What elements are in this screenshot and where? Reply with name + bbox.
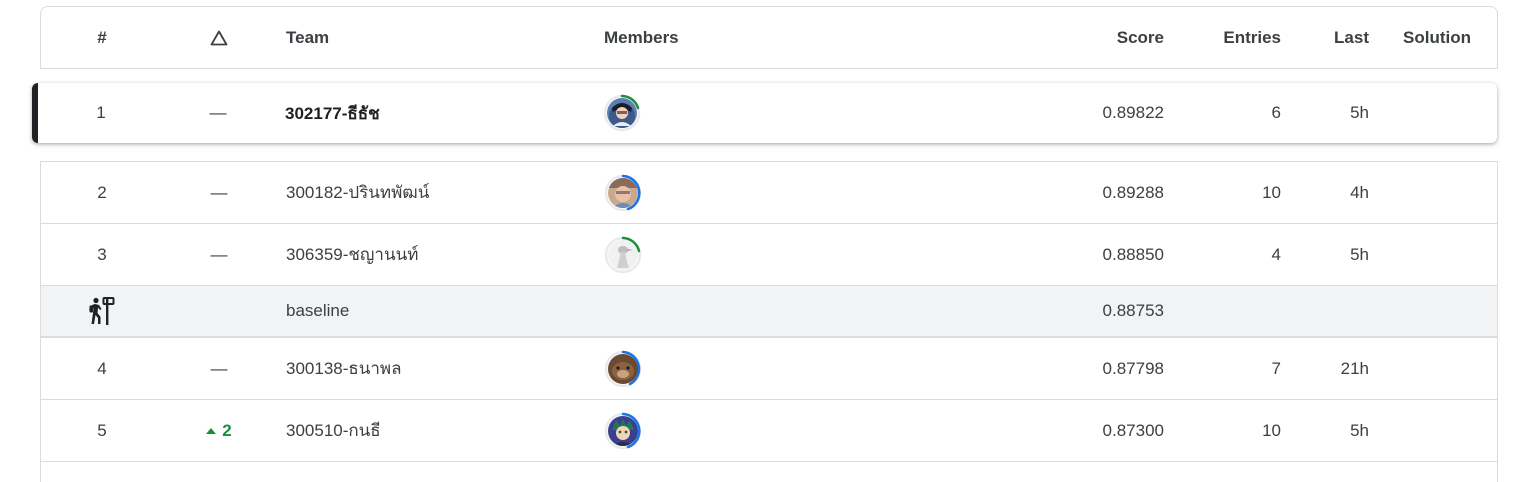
score-value: 0.89822 (1102, 103, 1164, 122)
arrow-up-icon (206, 427, 217, 434)
entries-value: 10 (1262, 420, 1281, 440)
leaderboard: # Team Members Score Entries Last Soluti… (32, 6, 1498, 482)
column-delta[interactable] (191, 7, 247, 68)
table-row[interactable]: 4 — 300138-ธนาพล 0.87798 7 21h (40, 337, 1498, 400)
entries-value: 7 (1271, 358, 1281, 378)
team-name[interactable]: 306359-ชญานนท์ (286, 224, 418, 285)
baseline-row: baseline 0.88753 (40, 286, 1498, 337)
hiker-signpost-icon (41, 286, 163, 336)
table-row-highlighted[interactable]: 1 — 302177-ธีธัช 0.89822 6 5h (32, 83, 1497, 143)
entries-value: 4 (1271, 244, 1281, 264)
delta-value: — (210, 244, 228, 264)
column-entries[interactable]: Entries (1223, 7, 1281, 68)
triangle-outline-icon (210, 30, 228, 45)
delta-value: — (210, 182, 228, 202)
delta-up: 2 (191, 400, 247, 461)
team-name[interactable]: 302177-ธีธัช (285, 83, 380, 143)
delta-value: — (209, 103, 227, 122)
team-name[interactable]: 300138-ธนาพล (286, 338, 402, 399)
score-value: 0.87300 (1102, 420, 1164, 440)
rank-value: 5 (97, 420, 107, 440)
members-cell (604, 224, 642, 285)
members-cell (604, 162, 642, 223)
avatar-anime-dark (607, 98, 637, 128)
score-value: 0.87798 (1102, 358, 1164, 378)
avatar[interactable] (604, 174, 642, 212)
members-cell (603, 83, 641, 143)
avatar[interactable] (604, 350, 642, 388)
delta-value: 2 (222, 420, 232, 440)
rank-value: 4 (97, 358, 107, 378)
last-value: 21h (1340, 358, 1369, 378)
last-value: 4h (1350, 182, 1369, 202)
entries-value: 6 (1271, 103, 1281, 122)
rank-value: 3 (97, 244, 107, 264)
team-name[interactable]: 300182-ปรินทพัฒน์ (286, 162, 429, 223)
last-value: 5h (1350, 420, 1369, 440)
avatar-photo-person (608, 177, 638, 208)
table-row[interactable]: 5 2 300510-กนธี 0.87300 10 5h (40, 400, 1498, 462)
score-value: 0.89288 (1102, 182, 1164, 202)
leaderboard-header: # Team Members Score Entries Last Soluti… (40, 6, 1498, 69)
avatar-bird-sketch (608, 239, 638, 270)
members-cell (604, 338, 642, 399)
baseline-score: 0.88753 (1102, 301, 1164, 320)
table-row-partial (40, 462, 1498, 482)
column-score[interactable]: Score (1117, 7, 1164, 68)
column-team[interactable]: Team (286, 7, 329, 68)
avatar[interactable] (603, 94, 641, 132)
last-value: 5h (1350, 244, 1369, 264)
rank-value: 1 (96, 103, 106, 122)
table-row[interactable]: 3 — 306359-ชญานนท์ 0.88850 4 5h (40, 224, 1498, 286)
column-members: Members (604, 27, 679, 47)
avatar[interactable] (604, 412, 642, 450)
team-name[interactable]: 300510-กนธี (286, 400, 381, 461)
score-value: 0.88850 (1102, 244, 1164, 264)
entries-value: 10 (1262, 182, 1281, 202)
members-cell (604, 400, 642, 461)
avatar[interactable] (604, 236, 642, 274)
delta-value: — (210, 358, 228, 378)
last-value: 5h (1350, 103, 1369, 122)
rank-value: 2 (97, 182, 107, 202)
avatar-brown-animal (608, 353, 638, 384)
column-rank[interactable]: # (41, 7, 163, 68)
avatar-anime-green-hair (608, 415, 638, 446)
table-row[interactable]: 2 — 300182-ปรินทพัฒน์ 0.89288 10 4h (40, 161, 1498, 224)
column-last[interactable]: Last (1334, 7, 1369, 68)
baseline-label: baseline (286, 301, 350, 320)
column-solution: Solution (1403, 27, 1471, 47)
